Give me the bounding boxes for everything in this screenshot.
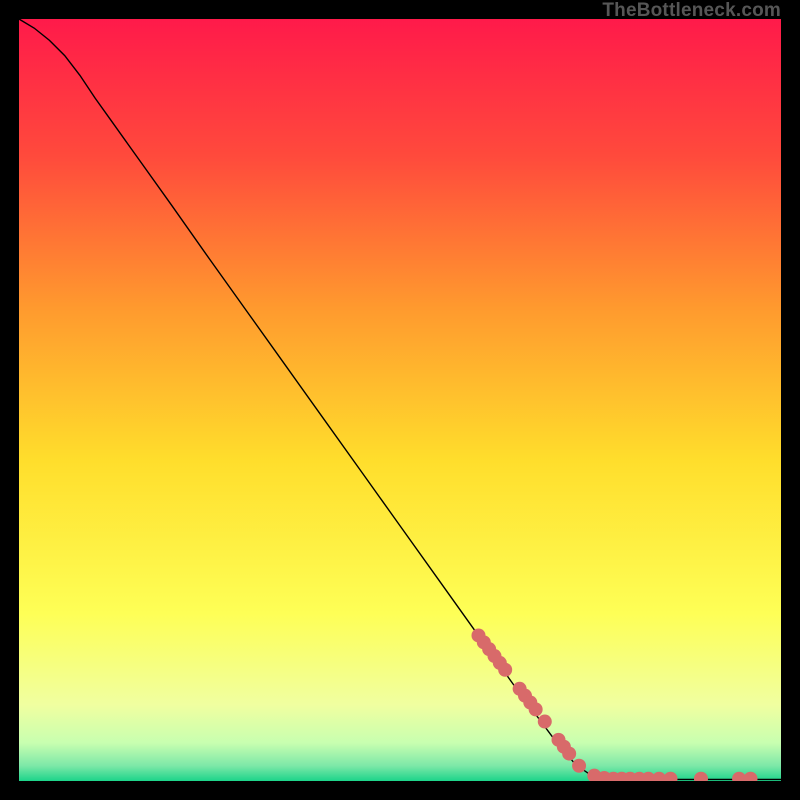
- data-point: [529, 702, 543, 716]
- chart-frame: TheBottleneck.com: [0, 0, 800, 800]
- data-point: [572, 759, 586, 773]
- data-point: [538, 715, 552, 729]
- data-point: [498, 663, 512, 677]
- data-point: [562, 747, 576, 761]
- attribution-label: TheBottleneck.com: [602, 0, 781, 22]
- gradient-background: [19, 19, 781, 781]
- plot-area: [19, 19, 781, 781]
- chart-svg: [19, 19, 781, 781]
